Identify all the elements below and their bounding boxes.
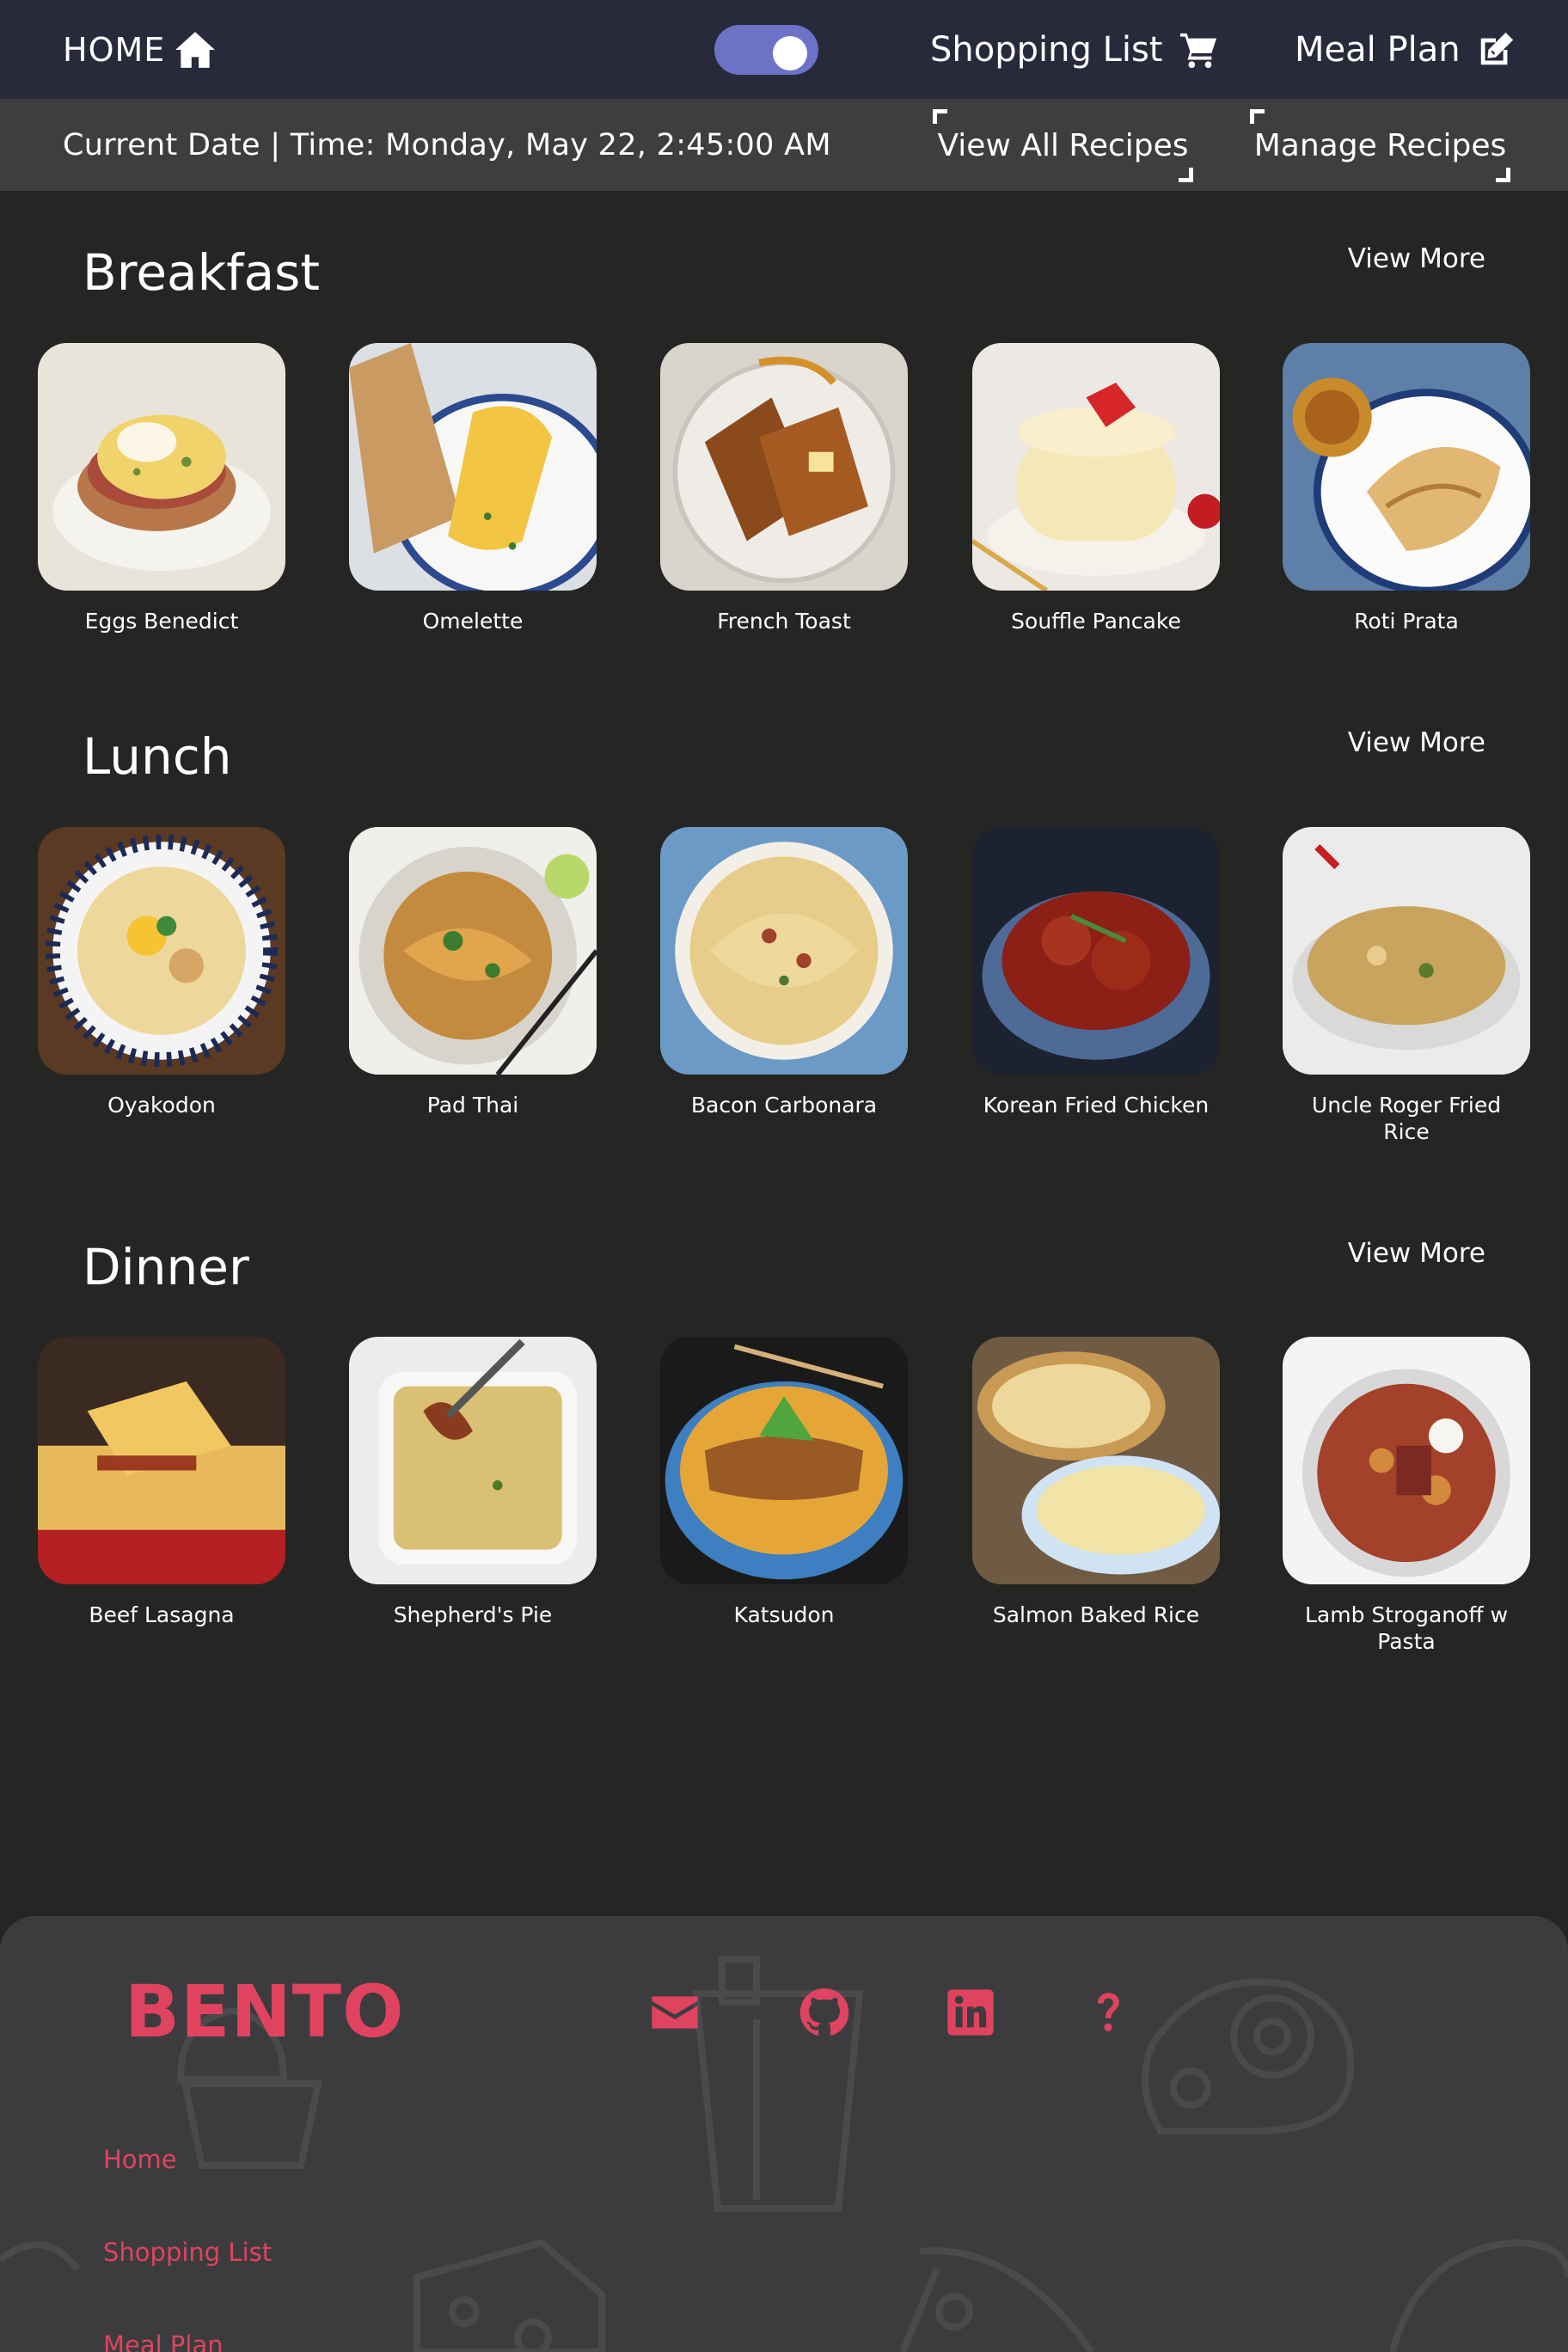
linkedin-link[interactable] (943, 1985, 998, 2040)
view-more-dinner[interactable]: View More (1348, 1238, 1485, 1269)
recipe-name: French Toast (717, 609, 851, 634)
footer-link-meal-plan[interactable]: Meal Plan (103, 2331, 224, 2352)
recipe-card[interactable]: Beef Lasagna (38, 1337, 285, 1628)
recipe-image (349, 827, 597, 1075)
recipe-name: Salmon Baked Rice (992, 1602, 1200, 1627)
recipe-card[interactable]: Katsudon (660, 1337, 908, 1628)
recipe-image (1283, 827, 1530, 1075)
view-more-breakfast[interactable]: View More (1348, 243, 1485, 274)
recipe-name: Katsudon (733, 1602, 835, 1627)
home-label: HOME (63, 30, 166, 69)
recipe-name: Lamb Stroganoff w Pasta (1304, 1602, 1509, 1654)
cart-icon (1179, 33, 1216, 68)
recipe-card[interactable]: Omelette (349, 343, 597, 634)
toggle-knob (773, 36, 807, 70)
sub-navbar: Current Date | Time: Monday, May 22, 2:4… (0, 99, 1568, 191)
footer-link-home[interactable]: Home (103, 2145, 177, 2174)
recipe-card[interactable]: French Toast (660, 343, 908, 634)
nav-meal-label: Meal Plan (1295, 29, 1461, 70)
recipe-image (38, 1337, 285, 1584)
current-datetime: Current Date | Time: Monday, May 22, 2:4… (63, 127, 831, 162)
recipe-image (38, 827, 285, 1075)
recipe-card[interactable]: Korean Fried Chicken (972, 827, 1220, 1118)
recipe-card[interactable]: Shepherd's Pie (349, 1337, 597, 1628)
recipe-card[interactable]: Roti Prata (1283, 343, 1530, 634)
section-title-lunch: Lunch (83, 727, 232, 786)
recipe-name: Beef Lasagna (89, 1602, 235, 1627)
recipe-image (972, 343, 1220, 591)
edit-icon (1480, 32, 1513, 64)
recipe-image (349, 1337, 597, 1584)
github-link[interactable] (797, 1985, 852, 2040)
section-title-breakfast: Breakfast (83, 243, 321, 302)
recipe-name: Shepherd's Pie (393, 1602, 553, 1627)
help-link[interactable] (1081, 1985, 1136, 2040)
recipe-card[interactable]: Pad Thai (349, 827, 597, 1118)
view-all-recipes-button[interactable]: View All Recipes (933, 109, 1193, 182)
recipe-image (972, 1337, 1220, 1584)
recipe-image (660, 343, 908, 591)
nav-meal-plan[interactable]: Meal Plan (1295, 0, 1516, 99)
section-title-dinner: Dinner (83, 1238, 249, 1296)
home-link[interactable]: HOME (63, 0, 217, 99)
manage-recipes-button[interactable]: Manage Recipes (1250, 109, 1510, 182)
recipe-name: Oyakodon (107, 1093, 216, 1118)
home-icon (175, 31, 216, 68)
recipe-name: Omelette (422, 609, 524, 634)
footer-link-shopping-list[interactable]: Shopping List (103, 2238, 272, 2267)
theme-toggle[interactable] (714, 25, 818, 75)
view-more-lunch[interactable]: View More (1348, 727, 1485, 758)
nav-shopping-label: Shopping List (930, 29, 1163, 70)
recipe-name: Souffle Pancake (1011, 609, 1181, 634)
brand-logo[interactable]: BENTO (125, 1969, 404, 2054)
recipe-name: Korean Fried Chicken (983, 1093, 1210, 1118)
recipe-card[interactable]: Uncle Roger Fried Rice (1283, 827, 1530, 1145)
recipe-image (660, 1337, 908, 1584)
nav-shopping-list[interactable]: Shopping List (930, 0, 1218, 99)
mail-link[interactable] (647, 1985, 702, 2040)
recipe-image (1283, 343, 1530, 591)
top-navbar: HOME Shopping List Meal Plan (0, 0, 1568, 99)
recipe-card[interactable]: Souffle Pancake (972, 343, 1220, 634)
recipe-image (660, 827, 908, 1075)
linkedin-icon (947, 1989, 994, 2036)
recipe-image (972, 827, 1220, 1075)
github-icon (799, 1988, 849, 2036)
recipe-name: Bacon Carbonara (690, 1093, 878, 1118)
recipe-name: Roti Prata (1354, 609, 1459, 634)
mail-icon (652, 1996, 698, 2029)
recipe-card[interactable]: Bacon Carbonara (660, 827, 908, 1118)
recipe-card[interactable]: Lamb Stroganoff w Pasta (1283, 1337, 1530, 1655)
recipe-name: Uncle Roger Fried Rice (1311, 1093, 1502, 1144)
recipe-card[interactable]: Eggs Benedict (38, 343, 285, 634)
footer: BENTO Home Shopping List Meal Plan (0, 1916, 1568, 2352)
recipe-card[interactable]: Oyakodon (38, 827, 285, 1118)
recipe-image (38, 343, 285, 591)
recipe-image (1283, 1337, 1530, 1584)
help-icon (1098, 1993, 1119, 2031)
recipe-name: Eggs Benedict (84, 609, 239, 634)
recipe-card[interactable]: Salmon Baked Rice (972, 1337, 1220, 1628)
recipe-name: Pad Thai (426, 1093, 519, 1118)
recipe-image (349, 343, 597, 591)
